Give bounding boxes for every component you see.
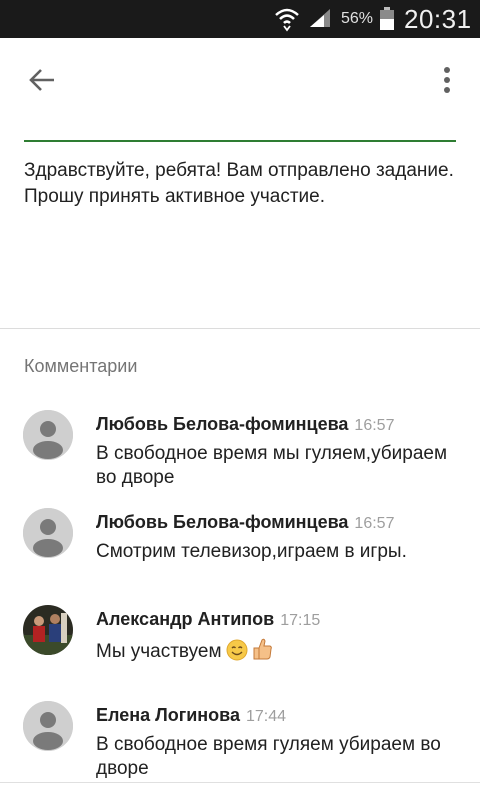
comment-time: 16:57 [354, 417, 395, 434]
section-divider [0, 328, 480, 329]
photo-avatar [23, 605, 73, 655]
author-name: Любовь Белова-фоминцева [96, 512, 349, 532]
comment-time: 16:57 [354, 515, 395, 532]
more-vert-icon [444, 67, 450, 93]
default-avatar-icon [23, 508, 73, 558]
author-name: Александр Антипов [96, 609, 275, 629]
comment-text-content: Мы участвуем [96, 641, 222, 662]
comments-heading: Комментарии [24, 356, 138, 376]
comment-text: В свободное время мы гуляем,убираем во д… [96, 443, 448, 488]
comment-text: Смотрим телевизор,играем в игры. [96, 541, 407, 562]
wifi-icon [275, 8, 299, 32]
comment-time: 17:44 [246, 708, 287, 725]
default-avatar-icon [23, 701, 73, 751]
comment-author: Любовь Белова-фоминцева 16:57 [96, 414, 394, 435]
battery-icon [380, 7, 394, 30]
bottom-divider [0, 782, 480, 783]
comment-time: 17:15 [280, 612, 321, 629]
default-avatar-icon [23, 410, 73, 460]
smiling-face-emoji [226, 639, 248, 668]
back-arrow-icon [29, 69, 54, 91]
more-options-button[interactable] [434, 62, 460, 98]
comment-author: Любовь Белова-фоминцева 16:57 [96, 512, 394, 533]
clock: 20:31 [404, 4, 472, 34]
author-name: Елена Логинова [96, 705, 240, 725]
comment-text: Мы участвуем [96, 637, 466, 668]
thumbs-up-emoji [252, 637, 274, 668]
battery-percent: 56% [341, 10, 374, 27]
signal-icon [310, 9, 330, 27]
comment-author: Елена Логинова 17:44 [96, 705, 286, 726]
status-bar: 56% 20:31 [0, 0, 480, 38]
back-button[interactable] [22, 64, 62, 96]
app-bar [0, 38, 480, 118]
post-body: Здравствуйте, ребята! Вам отправлено зад… [24, 160, 454, 207]
title-underline [24, 140, 456, 142]
author-name: Любовь Белова-фоминцева [96, 414, 349, 434]
comment-author: Александр Антипов 17:15 [96, 609, 320, 630]
comment-text: В свободное время гуляем убираем во двор… [96, 734, 441, 779]
